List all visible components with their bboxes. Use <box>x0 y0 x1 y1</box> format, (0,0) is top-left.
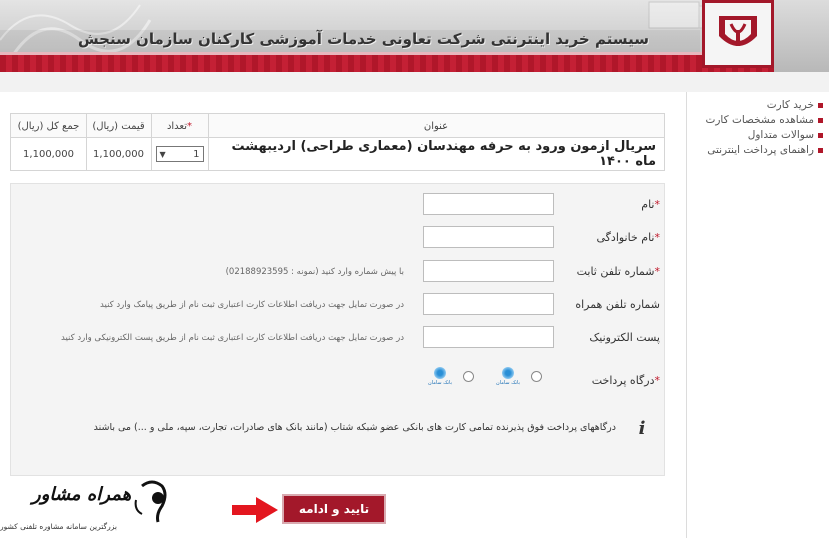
mobile-input[interactable] <box>423 293 554 315</box>
headset-logo-icon <box>134 480 167 523</box>
header-quantity-label: تعداد <box>166 120 188 132</box>
required-star: * <box>654 265 661 278</box>
sidebar-item-label: راهنمای پرداخت اینترنتی <box>707 144 814 156</box>
row-total: 1,100,000 <box>23 148 74 160</box>
saman-bank-logo[interactable]: بانک سامان <box>425 365 455 387</box>
watermark-brand: همراه مشاور <box>32 484 132 505</box>
gateway-radio-2[interactable] <box>463 371 474 382</box>
site-title: سیستم خرید اینترنتی شرکت تعاونی خدمات آم… <box>77 30 649 48</box>
bullet-icon <box>818 103 823 108</box>
watermark-subtitle: بزرگترین سامانه مشاوره تلفنی کشور <box>0 522 117 531</box>
last-name-label: *نام خانوادگی <box>564 231 664 244</box>
confirm-continue-button[interactable]: تایید و ادامه <box>282 494 386 524</box>
header-total: جمع کل (ریال) <box>17 120 80 132</box>
label-text: پست الکترونیک <box>589 331 660 344</box>
product-title: سریال ازمون ورود به حرفه مهندسان (معماری… <box>231 139 656 169</box>
row-title-cell: سریال ازمون ورود به حرفه مهندسان (معماری… <box>208 138 664 170</box>
email-input[interactable] <box>423 326 554 348</box>
saman-bank-logo[interactable]: بانک سامان <box>493 365 523 387</box>
mobile-hint: در صورت تمایل جهت دریافت اطلاعات کارت اع… <box>100 300 404 310</box>
product-table: جمع کل (ریال) قیمت (ریال) * تعداد عنوان 1… <box>10 113 665 171</box>
gateway-info-text: درگاههای پرداخت فوق پذیرنده تمامی کارت ه… <box>93 422 616 433</box>
last-name-input[interactable] <box>423 226 554 248</box>
label-text: شماره تلفن همراه <box>575 298 660 311</box>
sidebar-item-payment-guide[interactable]: راهنمای پرداخت اینترنتی <box>687 143 823 158</box>
chevron-down-icon: ▼ <box>159 149 166 159</box>
top-gap <box>0 72 829 92</box>
sidebar-item-label: مشاهده مشخصات کارت <box>705 114 814 126</box>
logo-icon <box>719 16 757 46</box>
arrow-right-icon <box>232 497 278 523</box>
sidebar-item-faq[interactable]: سوالات متداول <box>687 128 823 143</box>
first-name-input[interactable] <box>423 193 554 215</box>
quantity-select[interactable]: ▼ 1 <box>155 146 204 162</box>
label-text: نام خانوادگی <box>596 231 655 244</box>
required-star: * <box>187 120 193 132</box>
bullet-icon <box>818 148 823 153</box>
required-star: * <box>654 374 661 387</box>
bank-name: بانک سامان <box>428 379 452 386</box>
landline-hint: با پیش شماره وارد کنید (نمونه : 02188923… <box>225 267 404 277</box>
label-text: درگاه پرداخت <box>591 374 655 387</box>
sidebar-item-label: خرید کارت <box>766 99 814 111</box>
sidebar-item-view-card[interactable]: مشاهده مشخصات کارت <box>687 113 823 128</box>
gateway-label: *درگاه پرداخت <box>564 374 664 387</box>
sidebar-item-buy-card[interactable]: خرید کارت <box>687 98 823 113</box>
header-price: قیمت (ریال) <box>92 120 145 132</box>
label-text: نام <box>641 198 655 211</box>
organization-logo[interactable] <box>702 0 774 68</box>
bullet-icon <box>818 133 823 138</box>
gateway-radio-1[interactable] <box>531 371 542 382</box>
bullet-icon <box>818 118 823 123</box>
row-price: 1,100,000 <box>93 148 144 160</box>
row-quantity-cell: ▼ 1 <box>151 138 208 170</box>
header-quantity: * تعداد <box>151 114 208 138</box>
first-name-label: *نام <box>564 198 664 211</box>
label-text: شماره تلفن ثابت <box>576 265 655 278</box>
bank-icon <box>434 366 446 379</box>
bank-name: بانک سامان <box>496 379 520 386</box>
email-hint: در صورت تمایل جهت دریافت اطلاعات کارت اع… <box>61 333 404 343</box>
info-icon: i <box>638 417 646 439</box>
landline-input[interactable] <box>423 260 554 282</box>
mobile-label: شماره تلفن همراه <box>564 298 664 311</box>
header-title: عنوان <box>423 120 449 132</box>
watermark: همراه مشاور بزرگترین سامانه مشاوره تلفنی… <box>0 478 180 538</box>
quantity-value: 1 <box>193 148 200 160</box>
customer-form: *نام *نام خانوادگی *شماره تلفن ثابت با پ… <box>10 183 665 476</box>
landline-label: *شماره تلفن ثابت <box>564 265 664 278</box>
required-star: * <box>654 231 661 244</box>
header-right-bg <box>774 0 829 72</box>
required-star: * <box>654 198 661 211</box>
sidebar-menu: خرید کارت مشاهده مشخصات کارت سوالات متدا… <box>686 92 829 538</box>
email-label: پست الکترونیک <box>564 331 664 344</box>
sidebar-item-label: سوالات متداول <box>747 129 814 141</box>
bank-icon <box>502 366 514 379</box>
